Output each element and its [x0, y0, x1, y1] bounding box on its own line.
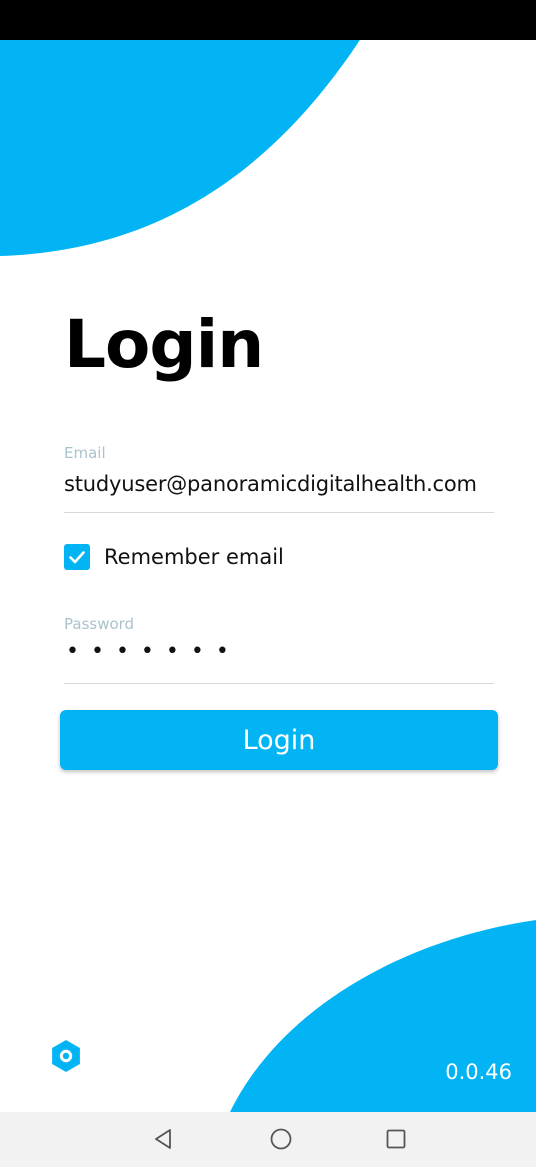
back-triangle-icon[interactable]	[150, 1125, 178, 1153]
email-field-label: Email	[64, 444, 106, 462]
remember-email-checkbox-row[interactable]: Remember email	[64, 542, 284, 572]
remember-email-checkbox[interactable]	[64, 544, 90, 570]
remember-email-label: Remember email	[104, 545, 284, 569]
settings-button[interactable]	[48, 1038, 84, 1074]
recents-square-icon[interactable]	[382, 1125, 410, 1153]
home-circle-icon[interactable]	[267, 1125, 295, 1153]
decorative-background-shapes	[0, 0, 536, 1112]
login-screen: Login Email studyuser@panoramicdigitalhe…	[0, 0, 536, 1167]
password-field[interactable]: Password •••••••	[64, 615, 494, 684]
email-input[interactable]: studyuser@panoramicdigitalhealth.com	[64, 472, 494, 496]
password-input[interactable]: •••••••	[66, 639, 241, 664]
page-title: Login	[64, 306, 264, 383]
email-field[interactable]: Email studyuser@panoramicdigitalhealth.c…	[64, 444, 494, 513]
password-field-label: Password	[64, 615, 135, 633]
system-navigation-bar	[0, 1112, 536, 1167]
app-version: 0.0.46	[445, 1060, 512, 1084]
gear-icon	[52, 1040, 80, 1072]
login-button[interactable]: Login	[60, 710, 498, 770]
checkmark-icon	[69, 551, 85, 564]
status-bar	[0, 0, 536, 40]
